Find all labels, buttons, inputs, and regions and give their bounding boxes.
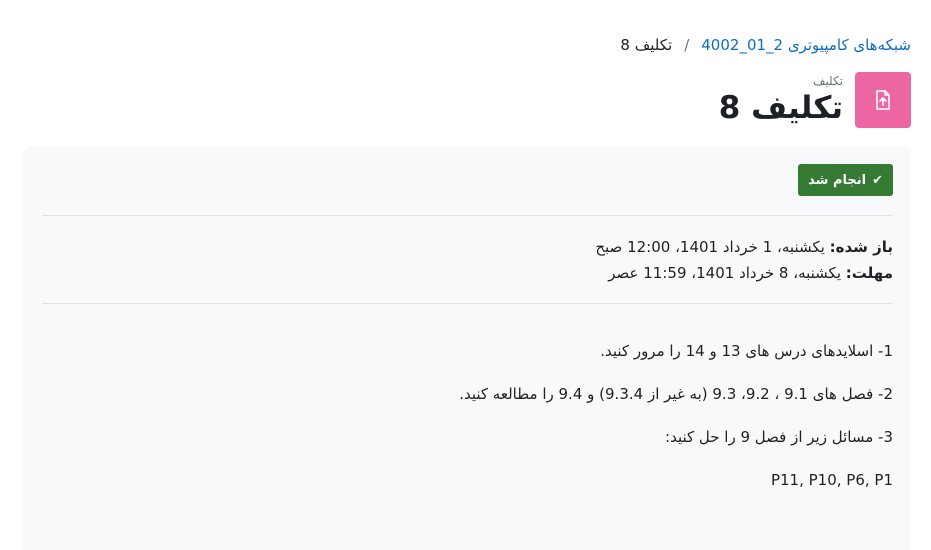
due-value: یکشنبه، 8 خرداد 1401، 11:59 عصر: [608, 264, 842, 282]
activity-card: ✔ انجام شد باز شده: یکشنبه، 1 خرداد 1401…: [23, 146, 911, 550]
page-header: تکلیف تکلیف 8: [719, 72, 911, 128]
breadcrumb-current: تکلیف 8: [620, 36, 673, 54]
activity-dates: باز شده: یکشنبه، 1 خرداد 1401، 12:00 صبح…: [595, 234, 893, 286]
opened-value: یکشنبه، 1 خرداد 1401، 12:00 صبح: [595, 238, 825, 256]
description-line: P11, P10, P6, P1: [770, 471, 893, 489]
description-line: 1- اسلایدهای درس های 13 و 14 را مرور کنی…: [600, 342, 893, 360]
breadcrumb-course-link[interactable]: شبکه‌های کامپیوتری 2_01_4002: [701, 34, 911, 56]
completion-done-badge: ✔ انجام شد: [798, 164, 893, 196]
file-upload-icon: [855, 72, 911, 128]
divider-bottom: [42, 303, 893, 304]
description-line: 3- مسائل زیر از فصل 9 را حل کنید:: [665, 428, 893, 446]
page-title: تکلیف 8: [718, 90, 843, 126]
divider-top: [42, 215, 893, 216]
description-line: 2- فصل های 9.1 ، 9.2، 9.3 (به غیر از 9.3…: [459, 385, 893, 403]
completion-label: انجام شد: [808, 172, 867, 188]
opened-label: باز شده:: [829, 238, 893, 256]
check-icon: ✔: [872, 172, 883, 188]
due-date-row: مهلت: یکشنبه، 8 خرداد 1401، 11:59 عصر: [595, 260, 893, 286]
breadcrumb-separator: /: [684, 36, 690, 54]
breadcrumb: شبکه‌های کامپیوتری 2_01_4002 / تکلیف 8: [620, 34, 911, 56]
assignment-description: 1- اسلایدهای درس های 13 و 14 را مرور کنی…: [459, 340, 893, 512]
header-text: تکلیف تکلیف 8: [719, 73, 843, 127]
due-label: مهلت:: [845, 264, 893, 282]
opened-date-row: باز شده: یکشنبه، 1 خرداد 1401، 12:00 صبح: [595, 234, 893, 260]
activity-type-label: تکلیف: [813, 74, 843, 88]
